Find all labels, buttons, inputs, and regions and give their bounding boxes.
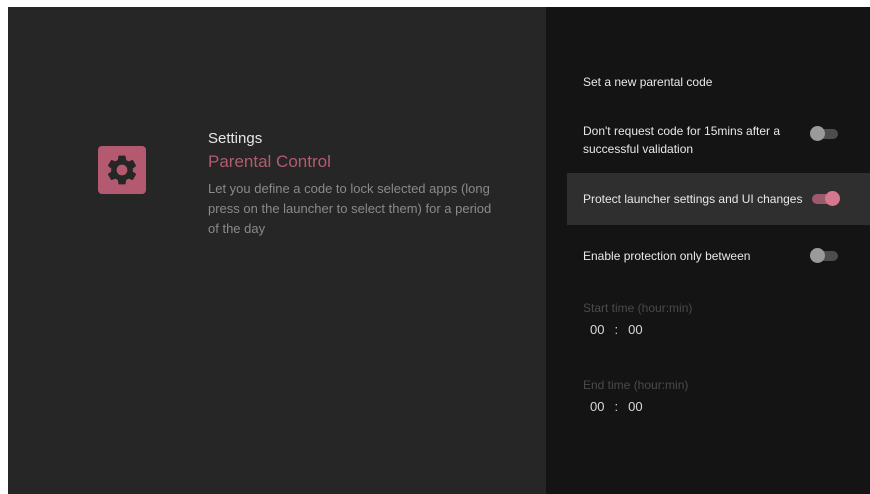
toggle-thumb	[810, 248, 825, 263]
protect-launcher-item[interactable]: Protect launcher settings and UI changes	[567, 173, 870, 225]
dont-request-code-item[interactable]: Don't request code for 15mins after a su…	[567, 120, 850, 160]
end-time-minute[interactable]: 00	[628, 398, 642, 416]
info-panel: Settings Parental Control Let you define…	[8, 7, 546, 494]
enable-between-toggle[interactable]	[810, 248, 840, 263]
dont-request-code-toggle[interactable]	[810, 126, 840, 141]
set-new-code-item[interactable]: Set a new parental code	[567, 71, 850, 93]
settings-label: Settings	[208, 130, 263, 147]
start-time-hour[interactable]: 00	[590, 321, 604, 339]
end-time-value[interactable]: 00 : 00	[590, 398, 643, 416]
start-time-label: Start time (hour:min)	[583, 301, 693, 315]
section-description: Let you define a code to lock selected a…	[208, 181, 492, 236]
enable-between-label: Enable protection only between	[583, 249, 751, 263]
end-time-hour[interactable]: 00	[590, 398, 604, 416]
end-time-separator: :	[614, 399, 619, 414]
info-text-block: Settings Parental Control Let you define…	[208, 129, 508, 239]
enable-between-item[interactable]: Enable protection only between	[567, 245, 850, 267]
toggle-thumb	[810, 126, 825, 141]
dont-request-code-label: Don't request code for 15mins after a su…	[583, 124, 781, 156]
tv-screen: Settings Parental Control Let you define…	[8, 7, 870, 494]
start-time-minute[interactable]: 00	[628, 321, 642, 339]
set-new-code-label: Set a new parental code	[583, 75, 713, 89]
start-time-value[interactable]: 00 : 00	[590, 321, 643, 339]
gear-icon	[107, 155, 137, 185]
settings-app-icon	[98, 146, 146, 194]
start-time-separator: :	[614, 322, 619, 337]
protect-launcher-toggle[interactable]	[810, 191, 840, 206]
end-time-label: End time (hour:min)	[583, 378, 689, 392]
toggle-thumb	[825, 191, 840, 206]
protect-launcher-label: Protect launcher settings and UI changes	[583, 192, 803, 206]
options-panel: Set a new parental code Don't request co…	[546, 7, 870, 494]
section-title: Parental Control	[208, 152, 331, 171]
